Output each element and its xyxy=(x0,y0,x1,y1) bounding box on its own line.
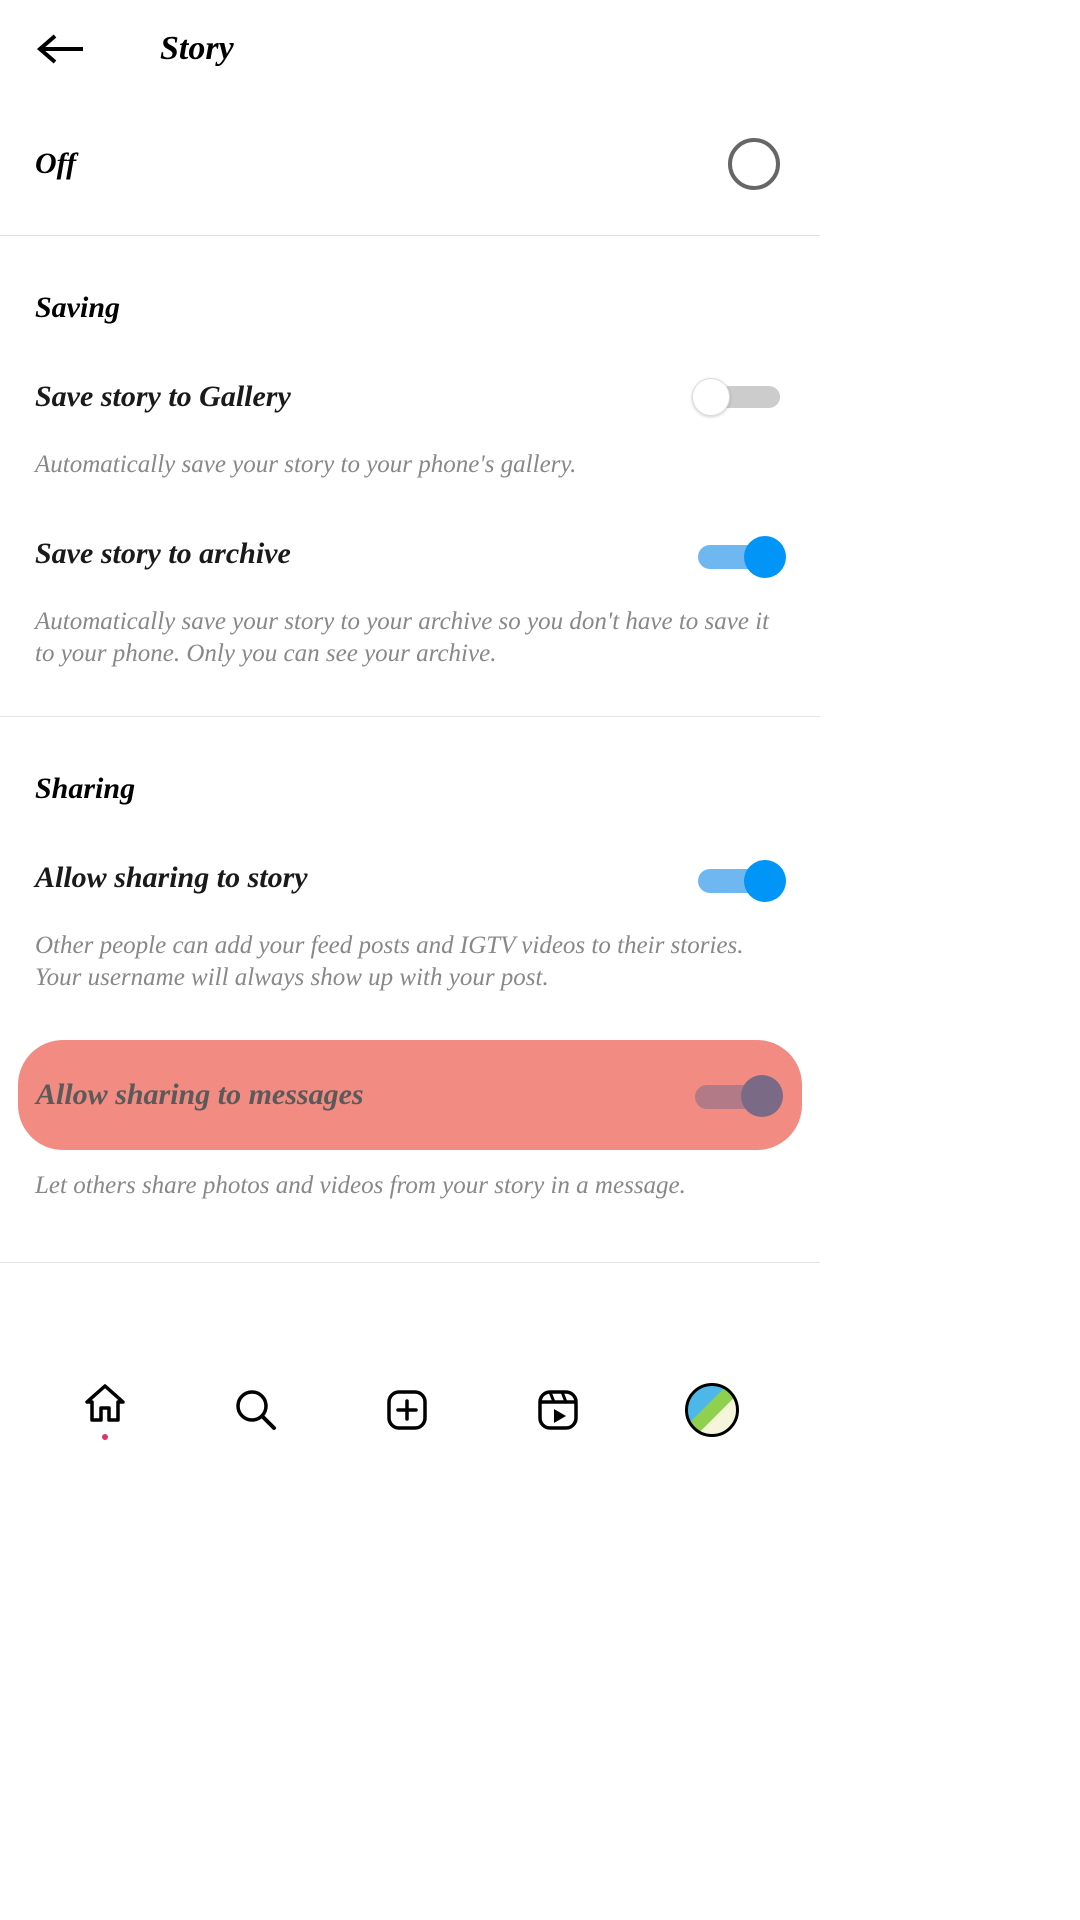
nav-reels[interactable] xyxy=(534,1386,582,1434)
bottom-nav xyxy=(0,1360,820,1460)
plus-square-icon xyxy=(383,1386,431,1434)
allow-share-story-label: Allow sharing to story xyxy=(35,861,308,895)
home-icon xyxy=(81,1380,129,1428)
off-option-row[interactable]: Off xyxy=(0,98,820,236)
allow-share-messages-row-highlighted[interactable]: Allow sharing to messages xyxy=(18,1040,802,1150)
allow-share-story-toggle[interactable] xyxy=(698,862,780,894)
section-header-saving: Saving xyxy=(0,236,820,365)
arrow-left-icon xyxy=(35,34,85,64)
off-label: Off xyxy=(35,147,76,181)
header: Story xyxy=(0,0,820,98)
allow-share-story-row[interactable]: Allow sharing to story xyxy=(0,846,820,905)
toggle-knob xyxy=(692,378,730,416)
notification-dot-icon xyxy=(102,1434,108,1440)
toggle-knob xyxy=(741,1075,783,1117)
toggle-knob xyxy=(744,536,786,578)
toggle-knob xyxy=(744,860,786,902)
save-archive-row[interactable]: Save story to archive xyxy=(0,512,820,581)
divider xyxy=(0,1262,820,1263)
allow-share-messages-toggle[interactable] xyxy=(695,1075,777,1115)
back-button[interactable] xyxy=(35,34,85,64)
save-archive-description: Automatically save your story to your ar… xyxy=(0,581,820,701)
search-icon xyxy=(232,1386,280,1434)
save-archive-label: Save story to archive xyxy=(35,537,291,571)
allow-share-messages-label: Allow sharing to messages xyxy=(36,1078,364,1112)
save-gallery-toggle[interactable] xyxy=(698,381,780,413)
section-header-sharing: Sharing xyxy=(0,717,820,846)
page-title: Story xyxy=(160,30,234,68)
nav-profile[interactable] xyxy=(685,1383,739,1437)
allow-share-messages-description: Let others share photos and videos from … xyxy=(0,1155,820,1233)
save-archive-toggle[interactable] xyxy=(698,538,780,570)
nav-home[interactable] xyxy=(81,1380,129,1440)
save-gallery-label: Save story to Gallery xyxy=(35,380,291,414)
save-gallery-row[interactable]: Save story to Gallery xyxy=(0,365,820,424)
save-gallery-description: Automatically save your story to your ph… xyxy=(0,424,820,512)
nav-search[interactable] xyxy=(232,1386,280,1434)
radio-unchecked-icon[interactable] xyxy=(728,138,780,190)
allow-share-story-description: Other people can add your feed posts and… xyxy=(0,905,820,1025)
nav-add[interactable] xyxy=(383,1386,431,1434)
profile-avatar-icon xyxy=(685,1383,739,1437)
reels-icon xyxy=(534,1386,582,1434)
